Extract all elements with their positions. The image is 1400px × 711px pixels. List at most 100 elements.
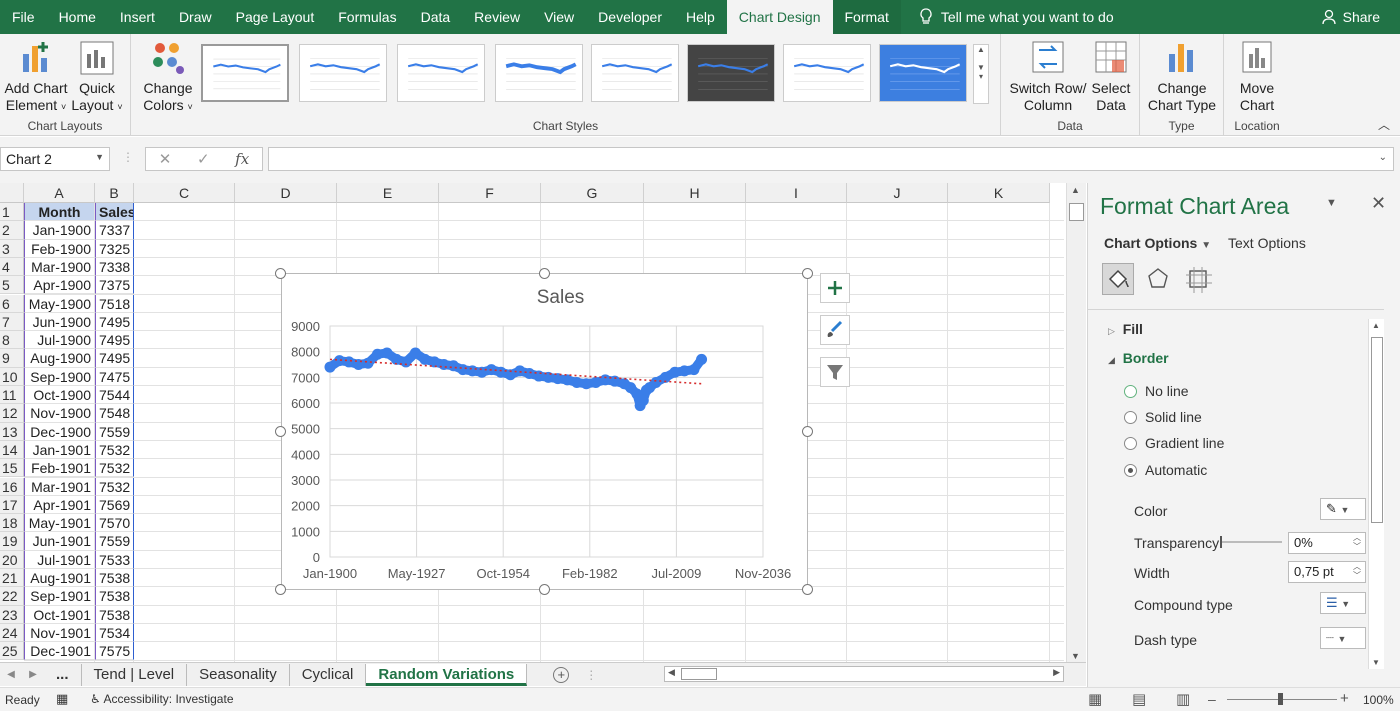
prev-sheet-icon[interactable]: ◀: [0, 669, 22, 680]
row-header[interactable]: 11: [0, 386, 24, 405]
header-sales[interactable]: Sales: [95, 203, 134, 222]
tab-page-layout[interactable]: Page Layout: [224, 0, 327, 34]
sheet-tab-seasonality[interactable]: Seasonality: [187, 663, 290, 686]
column-header-g[interactable]: G: [541, 183, 644, 203]
zoom-slider[interactable]: [1227, 693, 1337, 705]
no-line-radio[interactable]: [1124, 384, 1137, 398]
column-header-i[interactable]: I: [746, 183, 847, 203]
pane-scroll-thumb[interactable]: [1371, 337, 1383, 523]
row-header[interactable]: 24: [0, 623, 24, 643]
zoom-in-icon[interactable]: +: [1340, 690, 1349, 707]
zoom-out-icon[interactable]: –: [1208, 691, 1216, 707]
border-section[interactable]: ◢ Border: [1108, 350, 1169, 366]
chart-style-7[interactable]: [783, 44, 871, 102]
fill-section[interactable]: ▷ Fill: [1108, 321, 1143, 337]
sales-cell[interactable]: 7559: [95, 532, 134, 551]
gradient-line-option[interactable]: Gradient line: [1124, 435, 1224, 451]
scroll-thumb[interactable]: [1069, 203, 1084, 221]
tab-data[interactable]: Data: [409, 0, 463, 34]
expand-formula-icon[interactable]: ⌄: [1379, 152, 1387, 163]
row-header[interactable]: 15: [0, 459, 24, 478]
page-break-view-icon[interactable]: ▥: [1176, 690, 1190, 708]
next-sheet-icon[interactable]: ▶: [22, 669, 44, 680]
column-header-k[interactable]: K: [948, 183, 1050, 203]
change-colors-button[interactable]: Change Colors ˅: [139, 40, 197, 116]
pane-scroll-down-icon[interactable]: ▼: [1372, 658, 1380, 667]
enter-icon[interactable]: ✓: [197, 150, 210, 168]
gallery-scroll[interactable]: ▲ ▼ ▾: [973, 44, 989, 104]
sales-cell[interactable]: 7475: [95, 367, 134, 386]
tab-formulas[interactable]: Formulas: [326, 0, 408, 34]
sales-cell[interactable]: 7325: [95, 239, 134, 258]
chart-filters-button[interactable]: [820, 357, 850, 387]
change-chart-type-button[interactable]: Change Chart Type: [1144, 40, 1220, 114]
horizontal-scrollbar[interactable]: ◀ ▶: [664, 666, 1064, 682]
zoom-thumb[interactable]: [1278, 693, 1283, 705]
column-header-c[interactable]: C: [134, 183, 235, 203]
sales-cell[interactable]: 7538: [95, 587, 134, 606]
chart-elements-button[interactable]: [820, 273, 850, 303]
chart-options-tab[interactable]: Chart Options ▼: [1104, 235, 1211, 251]
solid-line-radio[interactable]: [1124, 410, 1137, 424]
row-header[interactable]: 13: [0, 422, 24, 441]
month-cell[interactable]: Aug-1900: [24, 349, 95, 368]
row-header[interactable]: 23: [0, 605, 24, 624]
sales-cell[interactable]: 7532: [95, 440, 134, 460]
scroll-right-icon[interactable]: ▶: [1053, 667, 1060, 678]
color-picker[interactable]: ✎ ▼: [1320, 498, 1366, 520]
row-header[interactable]: 2: [0, 221, 24, 240]
column-header-j[interactable]: J: [847, 183, 948, 203]
month-cell[interactable]: Jun-1900: [24, 312, 95, 332]
transparency-spinner[interactable]: 0% ︿ ﹀: [1288, 532, 1366, 554]
hscroll-thumb[interactable]: [681, 668, 717, 680]
sales-cell[interactable]: 7570: [95, 514, 134, 533]
pane-options-icon[interactable]: ▼: [1326, 197, 1337, 209]
column-header-e[interactable]: E: [337, 183, 439, 203]
chart-style-4[interactable]: [495, 44, 583, 102]
page-layout-view-icon[interactable]: ▤: [1132, 690, 1146, 708]
collapse-ribbon-icon[interactable]: ︿: [1378, 116, 1390, 133]
row-header[interactable]: 4: [0, 257, 24, 277]
row-header[interactable]: 9: [0, 349, 24, 368]
sales-cell[interactable]: 7559: [95, 422, 134, 441]
accessibility-status[interactable]: ♿ Accessibility: Investigate: [90, 692, 234, 706]
month-cell[interactable]: Jul-1901: [24, 550, 95, 569]
month-cell[interactable]: Jun-1901: [24, 532, 95, 551]
sheet-tab-random-variations[interactable]: Random Variations: [366, 663, 528, 686]
sales-cell[interactable]: 7544: [95, 386, 134, 405]
resize-handle-tl[interactable]: [275, 268, 286, 279]
month-cell[interactable]: May-1901: [24, 514, 95, 533]
cancel-icon[interactable]: ✕: [159, 150, 172, 168]
sales-cell[interactable]: 7337: [95, 221, 134, 240]
size-properties-icon[interactable]: [1184, 265, 1212, 296]
sales-cell[interactable]: 7338: [95, 257, 134, 277]
add-sheet-icon[interactable]: +: [553, 666, 570, 683]
select-data-button[interactable]: Select Data: [1087, 40, 1135, 114]
resize-handle-br[interactable]: [802, 584, 813, 595]
width-spinner[interactable]: 0,75 pt ︿ ﹀: [1288, 561, 1366, 583]
tab-review[interactable]: Review: [462, 0, 532, 34]
sales-cell[interactable]: 7538: [95, 605, 134, 624]
resize-handle-t[interactable]: [539, 268, 550, 279]
month-cell[interactable]: Jan-1900: [24, 221, 95, 240]
month-cell[interactable]: Sep-1900: [24, 367, 95, 386]
scroll-down-icon[interactable]: ▼: [1071, 651, 1080, 661]
month-cell[interactable]: Mar-1900: [24, 257, 95, 277]
row-header[interactable]: 17: [0, 495, 24, 515]
fill-line-icon[interactable]: [1102, 263, 1134, 295]
month-cell[interactable]: Dec-1900: [24, 422, 95, 441]
row-header[interactable]: 7: [0, 312, 24, 332]
month-cell[interactable]: May-1900: [24, 294, 95, 313]
month-cell[interactable]: Apr-1900: [24, 276, 95, 295]
text-options-tab[interactable]: Text Options: [1228, 235, 1306, 251]
name-box[interactable]: Chart 2 ▼: [0, 147, 110, 171]
compound-type-picker[interactable]: ☰ ▼: [1320, 592, 1366, 614]
close-icon[interactable]: ✕: [1371, 193, 1386, 214]
row-header[interactable]: 12: [0, 404, 24, 423]
column-header-d[interactable]: D: [235, 183, 337, 203]
month-cell[interactable]: Sep-1901: [24, 587, 95, 606]
sales-cell[interactable]: 7532: [95, 477, 134, 496]
formula-input[interactable]: ⌄: [268, 147, 1394, 171]
move-chart-button[interactable]: Move Chart: [1230, 40, 1284, 114]
sheet-tab-tend-level[interactable]: Tend | Level: [82, 663, 188, 686]
